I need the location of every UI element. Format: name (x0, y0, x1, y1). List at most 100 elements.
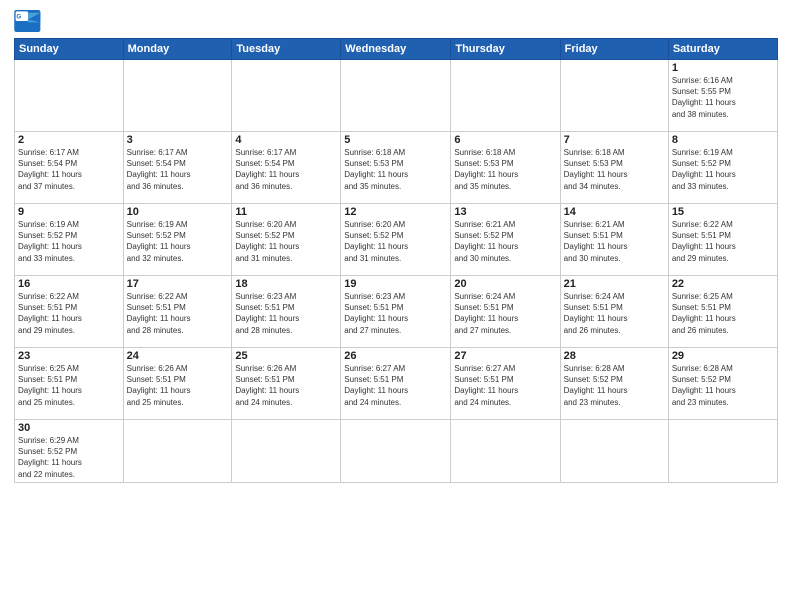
day-info: Sunrise: 6:26 AM Sunset: 5:51 PM Dayligh… (127, 363, 229, 408)
calendar-cell: 4Sunrise: 6:17 AM Sunset: 5:54 PM Daylig… (232, 132, 341, 204)
calendar-cell: 15Sunrise: 6:22 AM Sunset: 5:51 PM Dayli… (668, 204, 777, 276)
calendar-cell (560, 60, 668, 132)
day-info: Sunrise: 6:18 AM Sunset: 5:53 PM Dayligh… (344, 147, 447, 192)
calendar-week-row: 9Sunrise: 6:19 AM Sunset: 5:52 PM Daylig… (15, 204, 778, 276)
calendar-day-header: Tuesday (232, 39, 341, 60)
calendar-cell: 22Sunrise: 6:25 AM Sunset: 5:51 PM Dayli… (668, 276, 777, 348)
svg-text:G: G (16, 13, 21, 20)
day-info: Sunrise: 6:22 AM Sunset: 5:51 PM Dayligh… (127, 291, 229, 336)
day-number: 22 (672, 278, 774, 290)
day-info: Sunrise: 6:27 AM Sunset: 5:51 PM Dayligh… (454, 363, 556, 408)
calendar-cell (341, 60, 451, 132)
day-number: 17 (127, 278, 229, 290)
day-info: Sunrise: 6:20 AM Sunset: 5:52 PM Dayligh… (235, 219, 337, 264)
calendar-cell (451, 420, 560, 483)
calendar-week-row: 30Sunrise: 6:29 AM Sunset: 5:52 PM Dayli… (15, 420, 778, 483)
calendar-week-row: 16Sunrise: 6:22 AM Sunset: 5:51 PM Dayli… (15, 276, 778, 348)
day-info: Sunrise: 6:19 AM Sunset: 5:52 PM Dayligh… (127, 219, 229, 264)
day-info: Sunrise: 6:24 AM Sunset: 5:51 PM Dayligh… (454, 291, 556, 336)
calendar-cell (560, 420, 668, 483)
day-info: Sunrise: 6:25 AM Sunset: 5:51 PM Dayligh… (18, 363, 120, 408)
calendar-cell: 29Sunrise: 6:28 AM Sunset: 5:52 PM Dayli… (668, 348, 777, 420)
calendar-cell: 3Sunrise: 6:17 AM Sunset: 5:54 PM Daylig… (123, 132, 232, 204)
calendar-cell: 24Sunrise: 6:26 AM Sunset: 5:51 PM Dayli… (123, 348, 232, 420)
day-info: Sunrise: 6:22 AM Sunset: 5:51 PM Dayligh… (18, 291, 120, 336)
logo: G (14, 10, 46, 32)
day-number: 18 (235, 278, 337, 290)
calendar-day-header: Sunday (15, 39, 124, 60)
calendar-cell: 19Sunrise: 6:23 AM Sunset: 5:51 PM Dayli… (341, 276, 451, 348)
calendar-cell (232, 420, 341, 483)
calendar-week-row: 2Sunrise: 6:17 AM Sunset: 5:54 PM Daylig… (15, 132, 778, 204)
calendar-header-row: SundayMondayTuesdayWednesdayThursdayFrid… (15, 39, 778, 60)
day-number: 5 (344, 134, 447, 146)
calendar-cell (232, 60, 341, 132)
day-info: Sunrise: 6:23 AM Sunset: 5:51 PM Dayligh… (235, 291, 337, 336)
day-number: 26 (344, 350, 447, 362)
day-number: 13 (454, 206, 556, 218)
day-info: Sunrise: 6:23 AM Sunset: 5:51 PM Dayligh… (344, 291, 447, 336)
day-number: 8 (672, 134, 774, 146)
calendar-cell: 21Sunrise: 6:24 AM Sunset: 5:51 PM Dayli… (560, 276, 668, 348)
day-info: Sunrise: 6:28 AM Sunset: 5:52 PM Dayligh… (564, 363, 665, 408)
day-number: 6 (454, 134, 556, 146)
calendar-cell: 9Sunrise: 6:19 AM Sunset: 5:52 PM Daylig… (15, 204, 124, 276)
day-info: Sunrise: 6:29 AM Sunset: 5:52 PM Dayligh… (18, 435, 120, 480)
day-number: 10 (127, 206, 229, 218)
calendar-week-row: 23Sunrise: 6:25 AM Sunset: 5:51 PM Dayli… (15, 348, 778, 420)
day-info: Sunrise: 6:26 AM Sunset: 5:51 PM Dayligh… (235, 363, 337, 408)
calendar-cell (451, 60, 560, 132)
day-number: 2 (18, 134, 120, 146)
day-info: Sunrise: 6:22 AM Sunset: 5:51 PM Dayligh… (672, 219, 774, 264)
day-number: 14 (564, 206, 665, 218)
calendar-cell: 12Sunrise: 6:20 AM Sunset: 5:52 PM Dayli… (341, 204, 451, 276)
calendar-cell: 8Sunrise: 6:19 AM Sunset: 5:52 PM Daylig… (668, 132, 777, 204)
calendar-cell: 16Sunrise: 6:22 AM Sunset: 5:51 PM Dayli… (15, 276, 124, 348)
calendar-cell: 28Sunrise: 6:28 AM Sunset: 5:52 PM Dayli… (560, 348, 668, 420)
calendar-cell: 17Sunrise: 6:22 AM Sunset: 5:51 PM Dayli… (123, 276, 232, 348)
calendar-cell: 6Sunrise: 6:18 AM Sunset: 5:53 PM Daylig… (451, 132, 560, 204)
day-info: Sunrise: 6:17 AM Sunset: 5:54 PM Dayligh… (235, 147, 337, 192)
day-info: Sunrise: 6:18 AM Sunset: 5:53 PM Dayligh… (564, 147, 665, 192)
day-number: 4 (235, 134, 337, 146)
calendar-cell (123, 420, 232, 483)
calendar-cell: 25Sunrise: 6:26 AM Sunset: 5:51 PM Dayli… (232, 348, 341, 420)
day-number: 15 (672, 206, 774, 218)
calendar-cell: 10Sunrise: 6:19 AM Sunset: 5:52 PM Dayli… (123, 204, 232, 276)
day-number: 27 (454, 350, 556, 362)
day-info: Sunrise: 6:16 AM Sunset: 5:55 PM Dayligh… (672, 75, 774, 120)
day-number: 25 (235, 350, 337, 362)
day-info: Sunrise: 6:19 AM Sunset: 5:52 PM Dayligh… (18, 219, 120, 264)
calendar-cell: 7Sunrise: 6:18 AM Sunset: 5:53 PM Daylig… (560, 132, 668, 204)
day-info: Sunrise: 6:24 AM Sunset: 5:51 PM Dayligh… (564, 291, 665, 336)
calendar-day-header: Wednesday (341, 39, 451, 60)
calendar-day-header: Monday (123, 39, 232, 60)
calendar-cell: 13Sunrise: 6:21 AM Sunset: 5:52 PM Dayli… (451, 204, 560, 276)
day-number: 23 (18, 350, 120, 362)
calendar-day-header: Thursday (451, 39, 560, 60)
calendar-cell: 27Sunrise: 6:27 AM Sunset: 5:51 PM Dayli… (451, 348, 560, 420)
day-info: Sunrise: 6:27 AM Sunset: 5:51 PM Dayligh… (344, 363, 447, 408)
day-number: 9 (18, 206, 120, 218)
generalblue-icon: G (14, 10, 42, 32)
day-info: Sunrise: 6:18 AM Sunset: 5:53 PM Dayligh… (454, 147, 556, 192)
calendar-cell: 1Sunrise: 6:16 AM Sunset: 5:55 PM Daylig… (668, 60, 777, 132)
day-number: 20 (454, 278, 556, 290)
calendar-cell: 2Sunrise: 6:17 AM Sunset: 5:54 PM Daylig… (15, 132, 124, 204)
calendar-cell: 30Sunrise: 6:29 AM Sunset: 5:52 PM Dayli… (15, 420, 124, 483)
calendar-cell (341, 420, 451, 483)
calendar-table: SundayMondayTuesdayWednesdayThursdayFrid… (14, 38, 778, 483)
day-info: Sunrise: 6:20 AM Sunset: 5:52 PM Dayligh… (344, 219, 447, 264)
day-info: Sunrise: 6:21 AM Sunset: 5:52 PM Dayligh… (454, 219, 556, 264)
day-number: 1 (672, 62, 774, 74)
day-number: 24 (127, 350, 229, 362)
day-number: 21 (564, 278, 665, 290)
day-number: 28 (564, 350, 665, 362)
day-number: 19 (344, 278, 447, 290)
calendar-cell: 11Sunrise: 6:20 AM Sunset: 5:52 PM Dayli… (232, 204, 341, 276)
day-info: Sunrise: 6:17 AM Sunset: 5:54 PM Dayligh… (18, 147, 120, 192)
calendar-cell (123, 60, 232, 132)
calendar-cell: 5Sunrise: 6:18 AM Sunset: 5:53 PM Daylig… (341, 132, 451, 204)
day-number: 30 (18, 422, 120, 434)
page-header: G (14, 10, 778, 32)
